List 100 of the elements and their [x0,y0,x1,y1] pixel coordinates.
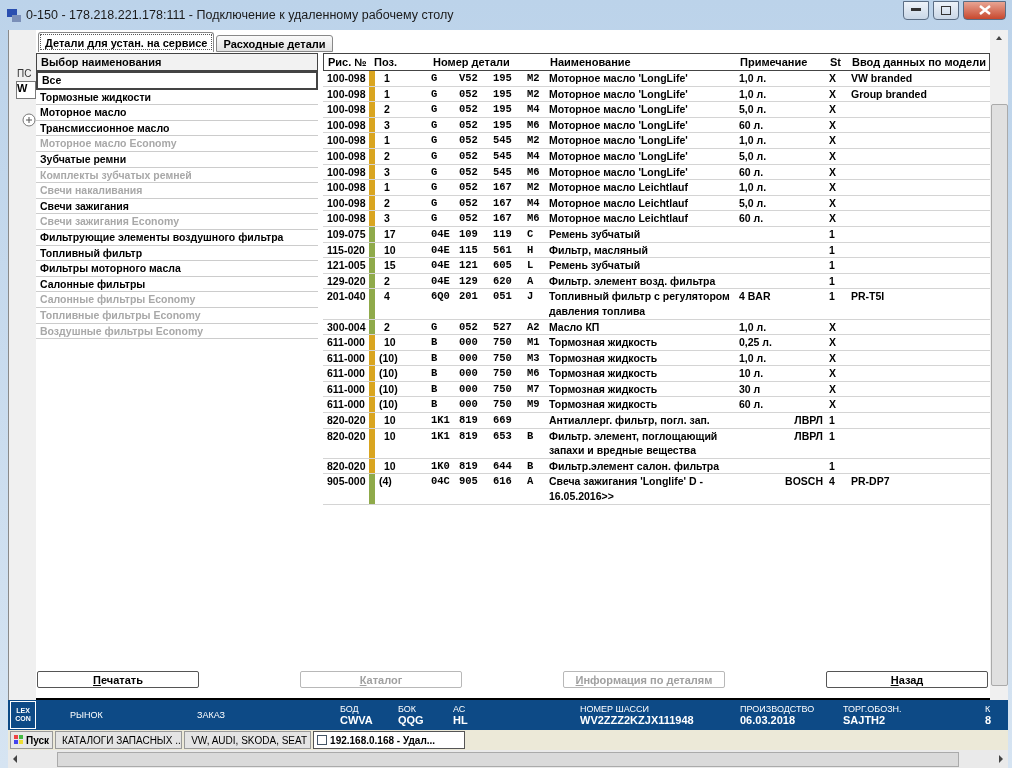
table-cell-text: Фильтр. элемент возд. фильтра [548,273,717,289]
window-title: 0-150 - 178.218.221.178:111 - Подключение к удаленному рабочему столу [26,8,455,22]
table-cell-text: Фильтр.элемент салон. фильтра [548,458,721,474]
part-number: 6Q0 201 051 J [430,289,535,305]
table-cell-text: 611-000 [326,366,366,381]
tab[interactable]: Расходные детали [216,35,333,52]
action-button[interactable]: Назад [826,671,988,688]
table-cell-text: 10 [383,458,397,474]
table-cell-text: 820-020 [326,428,367,444]
column-header: Ввод данных по модели [851,56,987,68]
close-button[interactable] [963,0,1006,20]
part-number: 04E 115 561 H [430,242,535,258]
table-cell-text: 100-098 [326,86,367,102]
table-cell-text: Моторное масло 'LongLife' [548,102,689,117]
list-header: Выбор наименования [36,53,318,71]
part-number: G 052 527 A2 [430,319,541,335]
table-cell-text: X [828,71,837,86]
table-cell-text: X [828,102,837,117]
table-cell-text: 611-000 [326,335,366,350]
taskbar-item[interactable]: КАТАЛОГИ ЗАПАСНЫХ ... [55,731,183,749]
remote-desktop-icon [6,7,22,23]
table-cell-text: (10) [378,350,399,366]
status-label: БОД [340,704,360,714]
table-cell-text: 611-000 [326,397,366,413]
category-item[interactable]: Салонные фильтры [36,276,318,293]
table-cell-text: 4 [828,474,836,490]
action-button[interactable]: Печатать [37,671,199,688]
part-number: G 052 167 M6 [430,211,541,226]
table-cell-text: 10 [383,428,397,444]
part-number: G 052 195 M4 [430,102,541,117]
category-item[interactable]: Свечи зажигания [36,198,318,215]
maximize-button[interactable] [933,0,959,20]
note-text: 30 л [739,381,761,397]
plus-icon[interactable] [22,113,36,127]
window-icon [317,735,328,745]
table-cell-text: Ремень зубчатый [548,258,642,273]
table-cell-text: Моторное масло 'LongLife' [548,71,689,86]
category-item[interactable]: Зубчатые ремни [36,151,318,168]
status-label: НОМЕР ШАССИ [580,704,651,714]
table-cell-text: X [828,164,837,180]
category-item[interactable]: Трансмиссионное масло [36,120,318,137]
table-cell-text: 100-098 [326,180,367,195]
table-cell-text: X [828,211,837,226]
supplier-text: ЛВРЛ [794,413,823,428]
table-cell-text: 17 [383,226,397,242]
table-cell-text: 1 [828,289,836,305]
table-cell-text: 100-098 [326,117,367,133]
table-cell-text: 2 [383,273,391,289]
part-number: G 052 195 M2 [430,86,541,102]
tab[interactable]: Детали для устан. на сервисе [38,32,215,52]
note-text: 60 л. [739,397,764,413]
part-number: G 052 545 M6 [430,164,541,180]
part-number: G 052 545 M4 [430,148,541,164]
note-text: 4 BAR [739,289,771,305]
category-item[interactable]: Моторное масло [36,105,318,121]
table-cell-text: Ремень зубчатый [548,226,642,242]
table-cell-text: X [828,350,837,366]
note-text: 0,25 л. [739,335,772,350]
table-cell-text: X [828,366,837,381]
part-number: G 052 167 M4 [430,195,541,211]
part-number: 1K1 819 653 B [430,428,535,444]
table-cell-text: 1 [828,258,836,273]
column-header: Номер детали [432,56,511,68]
supplier-text: ЛВРЛ [794,428,823,444]
table-cell-text: (10) [378,397,399,413]
supplier-text: BOSCH [785,474,823,490]
table-cell-text: 10 [383,335,397,350]
table-cell-text: 3 [383,117,391,133]
scroll-left-arrow-icon[interactable] [12,755,18,763]
scroll-right-arrow-icon[interactable] [998,755,1004,763]
category-item[interactable]: Все [36,71,318,90]
start-button[interactable]: Пуск [10,731,54,749]
category-item[interactable]: Фильтрующие элементы воздушного фильтра [36,229,318,246]
note-text: 60 л. [739,117,764,133]
horizontal-scrollbar[interactable] [8,750,1008,768]
note-text: 60 л. [739,211,764,226]
table-cell-text: Антиаллерг. фильтр, погл. зап. [548,413,711,428]
note-text: 1,0 л. [739,319,767,335]
note-text: 1,0 л. [739,350,767,366]
table-cell-text: X [828,381,837,397]
taskbar-item[interactable]: VW, AUDI, SKODA, SEAT [184,731,312,749]
category-item[interactable]: Топливный фильтр [36,245,318,262]
input-field[interactable]: W [16,81,36,99]
status-value: 06.03.2018 [740,714,797,726]
vertical-scrollbar[interactable] [990,30,1008,700]
table-cell-text: Моторное масло 'LongLife' [548,164,689,180]
part-number: G 052 545 M2 [430,133,541,148]
category-item[interactable]: Тормозные жидкости [36,89,318,106]
status-label: БОК [398,704,418,714]
table-cell-text: 115-020 [326,242,366,258]
table-cell-text: 1 [828,226,836,242]
minimize-button[interactable] [903,0,929,20]
status-label: ТОРГ.ОБОЗН. [843,704,903,714]
table-cell-text: PR-T5I [850,289,886,305]
status-value: HL [453,714,469,726]
category-item[interactable]: Фильтры моторного масла [36,261,318,277]
part-number: 04C 905 616 A [430,474,535,490]
taskbar-item[interactable]: 192.168.0.168 - Удал... [313,731,466,749]
table-cell-text: (10) [378,381,399,397]
column-header: Поз. [373,56,398,68]
